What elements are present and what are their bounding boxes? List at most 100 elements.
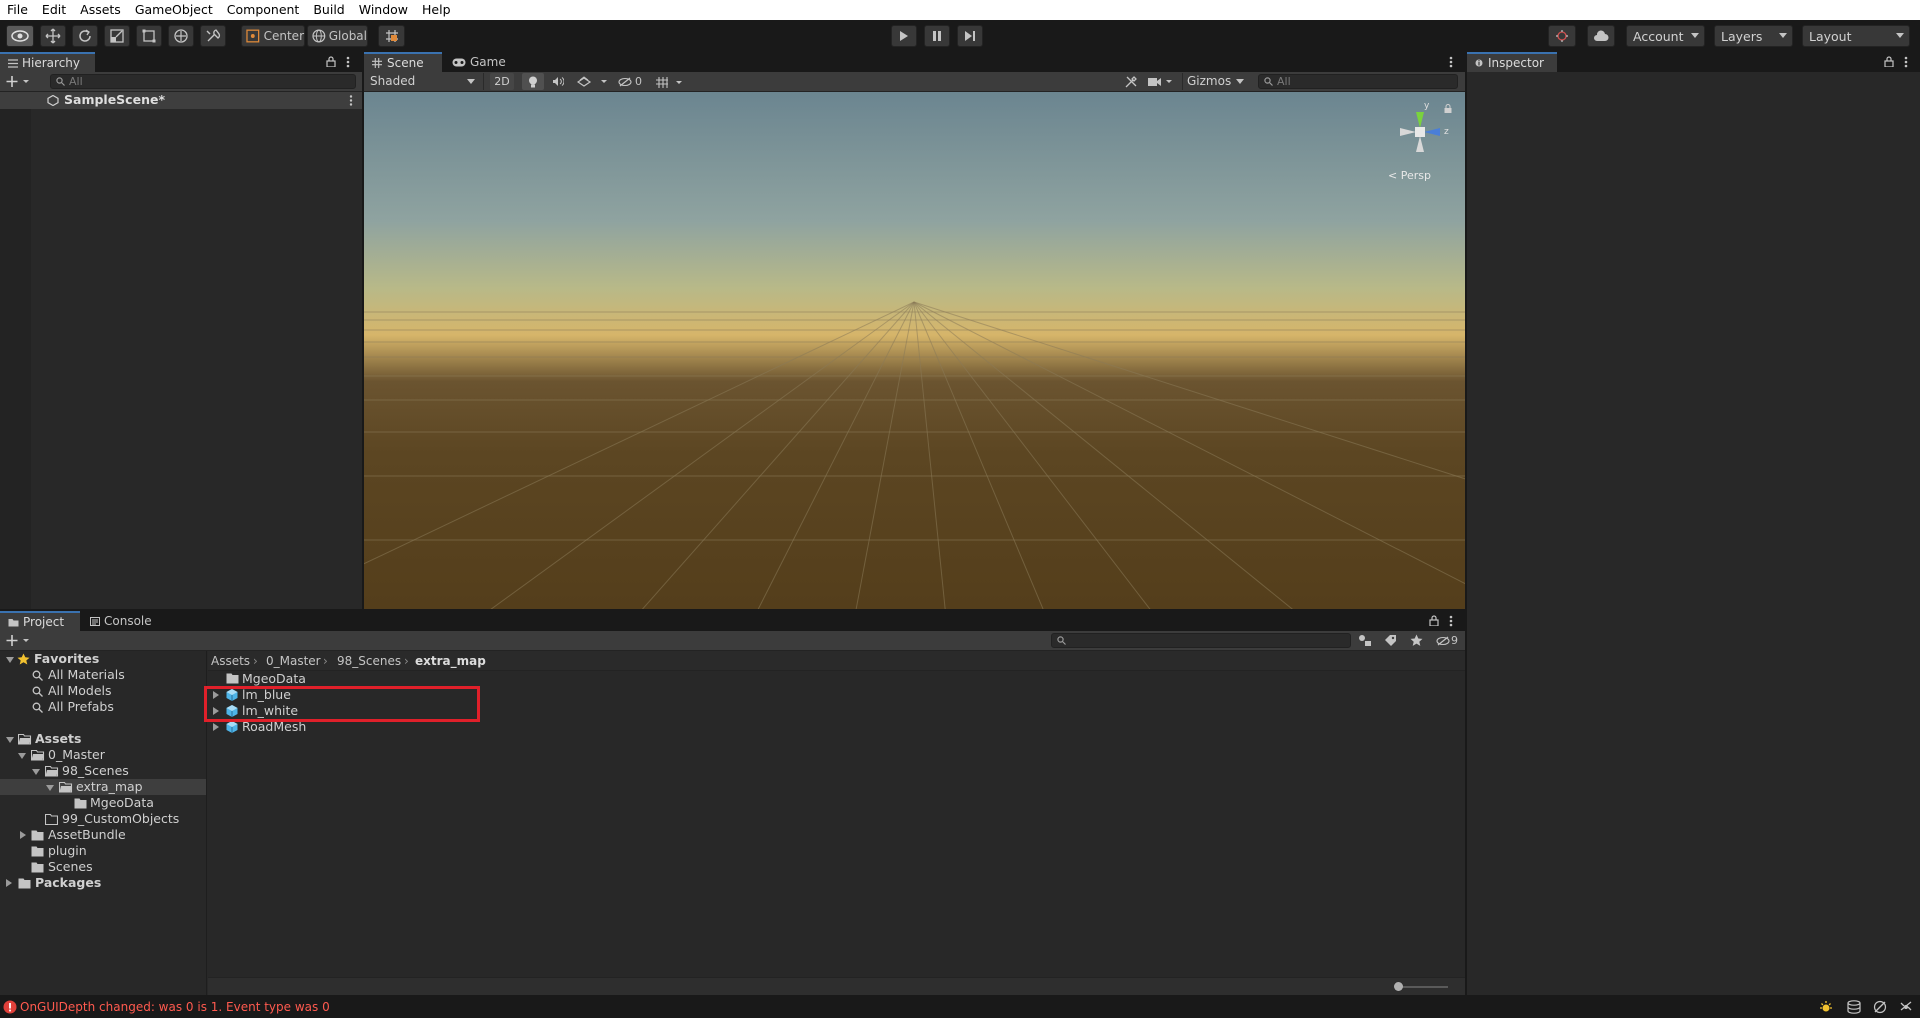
breadcrumb-0-master[interactable]: 0_Master xyxy=(266,651,321,671)
grid-visibility-dropdown[interactable] xyxy=(652,73,688,90)
scenes98-fold-icon[interactable] xyxy=(32,769,40,775)
favorite-all-prefabs[interactable]: All Prefabs xyxy=(48,699,114,715)
tree-assetbundle[interactable]: AssetBundle xyxy=(48,827,126,843)
hidden-packages-toggle[interactable]: 9 xyxy=(1436,633,1462,649)
pivot-mode-button[interactable]: Center xyxy=(241,25,305,47)
tree-scenes[interactable]: Scenes xyxy=(48,859,93,875)
scene-row[interactable]: SampleScene* xyxy=(0,92,362,109)
cache-server-icon[interactable] xyxy=(1846,1000,1862,1014)
account-dropdown[interactable]: Account xyxy=(1626,25,1705,47)
audio-toggle-button[interactable] xyxy=(547,73,569,90)
extra-map-fold-icon[interactable] xyxy=(46,785,54,791)
kebab-menu-icon[interactable] xyxy=(1904,56,1908,68)
collab-button[interactable] xyxy=(1548,25,1576,47)
favorites-label[interactable]: Favorites xyxy=(34,651,99,667)
effects-dropdown[interactable] xyxy=(574,73,612,90)
view-tool-button[interactable] xyxy=(6,25,34,47)
bake-lighting-icon[interactable] xyxy=(1818,1000,1834,1014)
scale-tool-button[interactable] xyxy=(104,25,130,47)
zoom-slider-thumb[interactable] xyxy=(1394,982,1403,991)
rotate-tool-button[interactable] xyxy=(72,25,98,47)
zoom-slider-track[interactable] xyxy=(1396,986,1448,988)
tree-98-scenes[interactable]: 98_Scenes xyxy=(62,763,129,779)
file-row[interactable]: MgeoData xyxy=(208,671,808,687)
scale-icon xyxy=(110,29,124,43)
assets-fold-icon[interactable] xyxy=(6,737,14,743)
lock-icon[interactable] xyxy=(1429,615,1439,626)
tab-console[interactable]: Console xyxy=(82,611,162,631)
tab-hierarchy[interactable]: Hierarchy xyxy=(0,52,95,72)
scene-visibility-toggle[interactable]: 0 xyxy=(616,73,648,90)
kebab-menu-icon[interactable] xyxy=(1449,615,1453,627)
star-icon[interactable] xyxy=(1410,634,1423,647)
camera-settings-dropdown[interactable] xyxy=(1144,73,1176,90)
hierarchy-search-input[interactable]: All xyxy=(50,74,356,89)
cloud-button[interactable] xyxy=(1587,25,1615,47)
search-by-type-icon[interactable] xyxy=(1358,634,1372,647)
breadcrumb-extra-map[interactable]: extra_map xyxy=(415,651,486,671)
menu-window[interactable]: Window xyxy=(352,0,415,20)
space-mode-button[interactable]: Global xyxy=(307,25,368,47)
menu-component[interactable]: Component xyxy=(220,0,307,20)
lighting-toggle-button[interactable] xyxy=(522,73,544,90)
menu-edit[interactable]: Edit xyxy=(35,0,73,20)
assetbundle-fold-icon[interactable] xyxy=(20,831,26,839)
tree-packages[interactable]: Packages xyxy=(35,875,101,891)
debug-mode-icon[interactable] xyxy=(1872,1000,1888,1014)
kebab-menu-icon[interactable] xyxy=(349,95,353,106)
favorite-all-materials[interactable]: All Materials xyxy=(48,667,125,683)
scene-viewport[interactable]: y z < Persp xyxy=(364,92,1465,609)
step-button[interactable] xyxy=(957,25,983,47)
rect-tool-button[interactable] xyxy=(136,25,162,47)
create-button[interactable] xyxy=(6,74,34,89)
favorite-all-models[interactable]: All Models xyxy=(48,683,112,699)
menu-gameobject[interactable]: GameObject xyxy=(128,0,220,20)
gizmo-lock-icon[interactable] xyxy=(1444,104,1452,113)
favorites-fold-icon[interactable] xyxy=(6,657,14,663)
menu-file[interactable]: File xyxy=(0,0,35,20)
tab-inspector[interactable]: Inspector xyxy=(1467,52,1557,72)
breadcrumb-assets[interactable]: Assets xyxy=(211,651,250,671)
folder-icon xyxy=(8,618,19,626)
move-tool-button[interactable] xyxy=(40,25,66,47)
tree-0-master[interactable]: 0_Master xyxy=(48,747,105,763)
tree-mgeodata[interactable]: MgeoData xyxy=(90,795,154,811)
tree-assets[interactable]: Assets xyxy=(35,731,81,747)
2d-toggle-label: 2D xyxy=(494,75,510,88)
tree-99-customobjects[interactable]: 99_CustomObjects xyxy=(62,811,179,827)
tab-game[interactable]: Game xyxy=(444,52,514,72)
status-error-message[interactable]: OnGUIDepth changed: was 0 is 1. Event ty… xyxy=(20,1000,330,1014)
kebab-menu-icon[interactable] xyxy=(1449,56,1453,68)
master-fold-icon[interactable] xyxy=(18,753,26,759)
shading-mode-dropdown[interactable]: Shaded xyxy=(366,73,484,90)
auto-refresh-icon[interactable] xyxy=(1898,1000,1914,1014)
packages-fold-icon[interactable] xyxy=(6,879,12,887)
lock-icon[interactable] xyxy=(326,56,336,67)
project-search-input[interactable] xyxy=(1051,633,1351,648)
tree-extra-map-row[interactable]: extra_map xyxy=(0,779,206,795)
tree-plugin[interactable]: plugin xyxy=(48,843,87,859)
lock-icon[interactable] xyxy=(1884,56,1894,67)
layers-dropdown[interactable]: Layers xyxy=(1714,25,1793,47)
projection-toggle[interactable]: < Persp xyxy=(1388,169,1431,182)
transform-tool-button[interactable] xyxy=(168,25,194,47)
custom-tool-button[interactable] xyxy=(200,25,226,47)
tab-project[interactable]: Project xyxy=(0,611,80,631)
layout-dropdown[interactable]: Layout xyxy=(1802,25,1910,47)
grid-snap-button[interactable] xyxy=(378,25,405,47)
scene-tools-button[interactable] xyxy=(1121,73,1141,90)
kebab-menu-icon[interactable] xyxy=(346,56,350,68)
play-button[interactable] xyxy=(891,25,917,47)
breadcrumb-98-scenes[interactable]: 98_Scenes xyxy=(337,651,401,671)
gizmos-dropdown[interactable]: Gizmos xyxy=(1182,73,1250,90)
menu-build[interactable]: Build xyxy=(306,0,351,20)
tab-scene[interactable]: Scene xyxy=(364,52,442,72)
menu-help[interactable]: Help xyxy=(415,0,458,20)
2d-toggle-button[interactable]: 2D xyxy=(490,73,514,90)
search-by-label-icon[interactable] xyxy=(1384,634,1397,647)
pause-button[interactable] xyxy=(924,25,950,47)
scene-search-input[interactable]: All xyxy=(1258,74,1458,89)
project-create-button[interactable] xyxy=(6,633,34,648)
menu-assets[interactable]: Assets xyxy=(73,0,128,20)
expand-icon[interactable] xyxy=(213,723,219,731)
